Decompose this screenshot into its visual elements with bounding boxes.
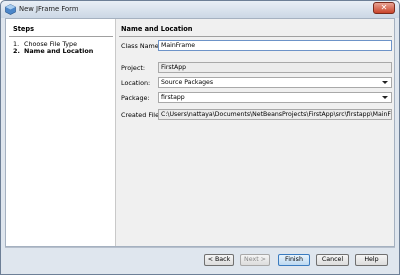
class-name-field[interactable]: MainFrame <box>158 40 392 51</box>
netbeans-cube-icon <box>5 4 16 15</box>
form-panel: Name and Location Class Name: MainFrame … <box>117 19 394 246</box>
package-label: Package: <box>121 94 150 102</box>
section-title: Name and Location <box>121 25 193 33</box>
cancel-button[interactable]: Cancel <box>316 254 349 266</box>
window-title: New JFrame Form <box>19 5 79 13</box>
title-bar[interactable]: New JFrame Form ✕ <box>1 1 399 18</box>
divider <box>119 36 392 37</box>
class-name-label: Class Name: <box>121 42 161 50</box>
steps-panel: Steps 1. Choose File Type 2. Name and Loca… <box>6 19 116 246</box>
location-label: Location: <box>121 79 151 87</box>
project-label: Project: <box>121 64 146 72</box>
package-combobox[interactable]: firstapp <box>158 92 392 103</box>
step-label: Name and Location <box>24 47 94 55</box>
close-icon: ✕ <box>380 3 388 12</box>
new-jframe-form-dialog: New JFrame Form ✕ Steps 1. Choose File Ty… <box>0 0 400 275</box>
created-file-label: Created File: <box>121 111 162 119</box>
location-dropdown[interactable]: Source Packages <box>158 77 392 88</box>
back-button[interactable]: < Back <box>204 254 234 266</box>
steps-title: Steps <box>13 25 35 33</box>
divider <box>9 36 113 37</box>
finish-button[interactable]: Finish <box>278 254 310 266</box>
dialog-body: Steps 1. Choose File Type 2. Name and Loca… <box>5 18 395 247</box>
next-button[interactable]: Next > <box>240 254 270 266</box>
step-item-name-and-location: 2. Name and Location <box>13 47 93 55</box>
help-button[interactable]: Help <box>355 254 388 266</box>
step-number: 2. <box>13 47 20 55</box>
footer-divider <box>5 247 395 248</box>
project-field: FirstApp <box>158 62 392 73</box>
close-button[interactable]: ✕ <box>373 2 395 14</box>
created-file-field: C:\Users\nattaya\Documents\NetBeansProje… <box>158 109 392 120</box>
